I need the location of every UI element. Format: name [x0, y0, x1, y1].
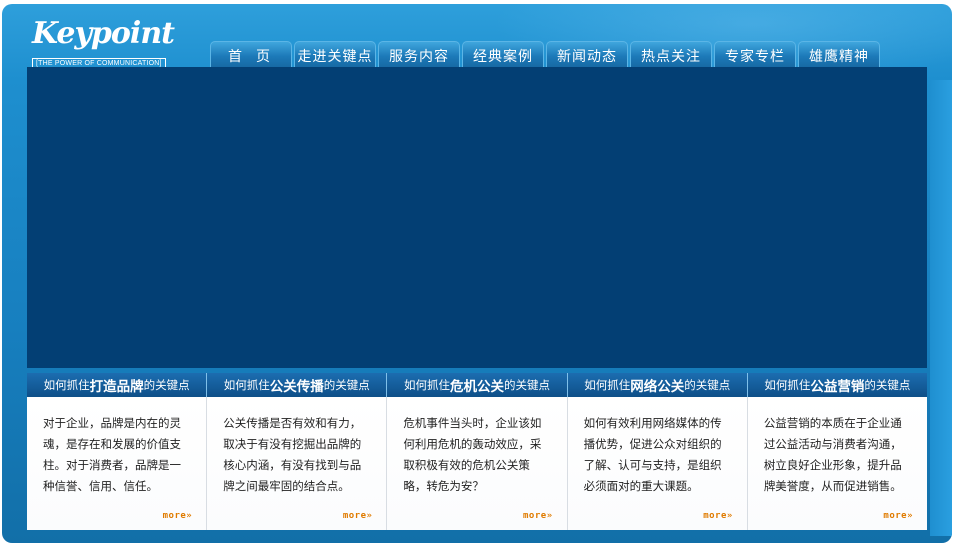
logo[interactable]: Keypoint [THE POWER OF COMMUNICATION]: [32, 16, 175, 70]
section-title-cause-marketing[interactable]: 如何抓住 公益营销 的关键点: [746, 373, 927, 397]
section-title-prefix: 如何抓住: [404, 378, 450, 392]
section-title-keyword: 打造品牌: [89, 379, 144, 395]
more-link[interactable]: more»: [163, 511, 193, 521]
logo-wordmark: Keypoint: [32, 16, 175, 51]
section-description: 对于企业，品牌是内在的灵魂，是存在和发展的价值支柱。对于消费者，品牌是一种信誉、…: [43, 416, 181, 493]
section-description: 如何有效利用网络媒体的传播优势，促进公众对组织的了解、认可与支持，是组织必须面对…: [583, 416, 722, 493]
section-title-suffix: 的关键点: [864, 378, 911, 392]
side-stripe: [930, 80, 952, 536]
page-frame: Keypoint [THE POWER OF COMMUNICATION] 首页…: [0, 0, 956, 545]
section-title-crisis-pr[interactable]: 如何抓住 危机公关 的关键点: [386, 373, 566, 397]
section-column-brand: 对于企业，品牌是内在的灵魂，是存在和发展的价值支柱。对于消费者，品牌是一种信誉、…: [27, 397, 207, 530]
section-column-pr-communication: 公关传播是否有效和有力，取决于有没有挖掘出品牌的核心内涵，有没有找到与品牌之间最…: [206, 397, 387, 530]
section-column-online-pr: 如何有效利用网络媒体的传播优势，促进公众对组织的了解、认可与支持，是组织必须面对…: [566, 397, 747, 530]
section-title-prefix: 如何抓住: [223, 378, 270, 392]
section-title-suffix: 的关键点: [143, 378, 190, 392]
section-title-online-pr[interactable]: 如何抓住 网络公关 的关键点: [566, 373, 747, 397]
section-column-cause-marketing: 公益营销的本质在于企业通过公益活动与消费者沟通，树立良好企业形象，提升品牌美誉度…: [746, 397, 928, 530]
section-title-prefix: 如何抓住: [764, 378, 811, 392]
section-title-suffix: 的关键点: [504, 378, 550, 392]
section-title-suffix: 的关键点: [323, 378, 370, 392]
more-link[interactable]: more»: [523, 511, 553, 521]
section-header-bar: 如何抓住 打造品牌 的关键点 如何抓住 公关传播 的关键点 如何抓住 危机公关 的关键点 如…: [27, 373, 927, 397]
more-link[interactable]: more»: [703, 511, 733, 521]
section-title-keyword: 公益营销: [810, 379, 865, 395]
section-title-keyword: 网络公关: [630, 379, 685, 395]
section-title-keyword: 公关传播: [269, 379, 324, 395]
section-title-keyword: 危机公关: [450, 379, 504, 395]
more-link[interactable]: more»: [883, 511, 913, 521]
section-title-prefix: 如何抓住: [584, 378, 631, 392]
section-title-pr-communication[interactable]: 如何抓住 公关传播 的关键点: [206, 373, 386, 397]
hero-banner: [27, 67, 927, 368]
section-title-suffix: 的关键点: [684, 378, 731, 392]
section-description: 危机事件当头时，企业该如何利用危机的轰动效应，采取积极有效的危机公关策略，转危为…: [403, 416, 542, 493]
section-description: 公益营销的本质在于企业通过公益活动与消费者沟通，树立良好企业形象，提升品牌美誉度…: [763, 416, 902, 493]
section-column-crisis-pr: 危机事件当头时，企业该如何利用危机的轰动效应，采取积极有效的危机公关策略，转危为…: [386, 397, 567, 530]
section-title-prefix: 如何抓住: [43, 378, 90, 392]
section-description: 公关传播是否有效和有力，取决于有没有挖掘出品牌的核心内涵，有没有找到与品牌之间最…: [223, 416, 362, 493]
more-link[interactable]: more»: [343, 511, 373, 521]
section-content-panel: 对于企业，品牌是内在的灵魂，是存在和发展的价值支柱。对于消费者，品牌是一种信誉、…: [27, 397, 928, 530]
section-title-brand[interactable]: 如何抓住 打造品牌 的关键点: [27, 373, 206, 397]
